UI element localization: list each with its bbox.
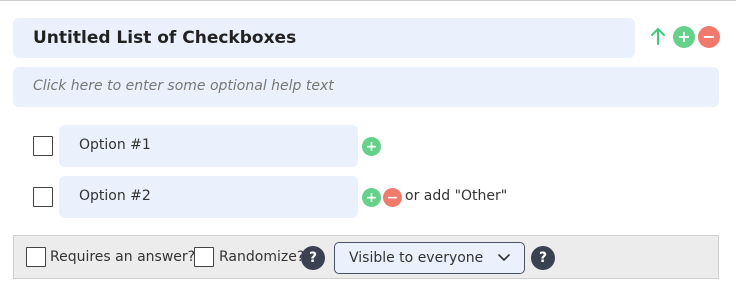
remove-option-button[interactable]: − — [383, 188, 402, 207]
option-1-input[interactable]: Option #1 — [59, 125, 358, 167]
arrow-up-icon[interactable] — [649, 26, 667, 46]
option-2-checkbox[interactable] — [33, 187, 53, 207]
option-2-input[interactable]: Option #2 — [59, 176, 358, 218]
visibility-selected-value: Visible to everyone — [349, 250, 484, 266]
minus-icon: − — [702, 27, 716, 46]
remove-field-button[interactable]: − — [698, 26, 720, 48]
question-mark-glyph: ? — [308, 250, 318, 266]
option-1-checkbox[interactable] — [33, 136, 53, 156]
plus-icon: + — [365, 138, 378, 155]
help-text-input[interactable]: Click here to enter some optional help t… — [13, 67, 719, 107]
add-option-button[interactable]: + — [362, 188, 381, 207]
top-divider — [0, 0, 736, 1]
add-other-link[interactable]: or add "Other" — [405, 188, 507, 204]
chevron-down-icon — [498, 254, 510, 261]
minus-icon: − — [386, 189, 399, 206]
requires-answer-checkbox[interactable] — [26, 247, 46, 267]
plus-icon: + — [677, 27, 691, 46]
help-icon[interactable]: ? — [531, 246, 555, 270]
randomize-checkbox[interactable] — [194, 247, 214, 267]
requires-answer-label: Requires an answer? — [50, 249, 196, 265]
field-settings-bar: Requires an answer? Randomize? ? Visible… — [13, 235, 719, 279]
add-field-button[interactable]: + — [673, 26, 695, 48]
randomize-label: Randomize? — [219, 249, 305, 265]
question-mark-glyph: ? — [538, 250, 548, 266]
add-option-button[interactable]: + — [362, 137, 381, 156]
field-title-input[interactable]: Untitled List of Checkboxes — [13, 18, 635, 58]
visibility-select[interactable]: Visible to everyone — [334, 242, 525, 274]
plus-icon: + — [365, 189, 378, 206]
help-icon[interactable]: ? — [301, 246, 325, 270]
